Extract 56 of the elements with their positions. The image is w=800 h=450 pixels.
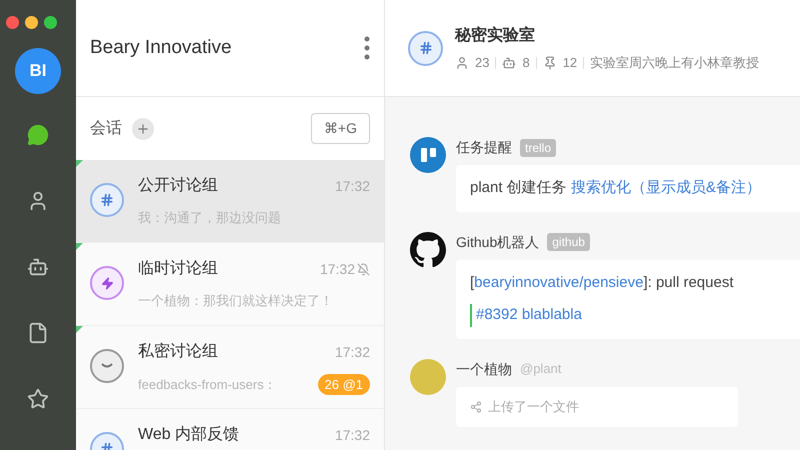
- cat-logo-icon: [410, 232, 446, 268]
- pin-count: 12: [562, 54, 578, 72]
- team-avatar[interactable]: BI: [15, 48, 61, 94]
- conversation-time: 17:32: [334, 342, 370, 362]
- member-icon: [455, 56, 469, 70]
- sender-name: Github机器人: [456, 232, 540, 252]
- board-icon: [410, 137, 446, 173]
- file-text: 上传了一个文件: [488, 398, 579, 416]
- sender-name: 任务提醒: [456, 138, 512, 157]
- lightning-icon: [90, 266, 124, 300]
- conversation-item[interactable]: 私密讨论组 17:32 feedbacks-from-users： 26 @1: [76, 326, 384, 409]
- conversation-name: Web 内部反馈: [138, 424, 240, 445]
- sessions-label: 会话: [90, 118, 122, 138]
- bot-tag: trello: [520, 138, 556, 156]
- smile-icon: [90, 349, 124, 383]
- message-preview: 一个植物：那我们就这样决定了！: [138, 292, 333, 310]
- bot-count: 8: [522, 54, 530, 72]
- conversation-time: 17:32: [334, 426, 370, 444]
- conversation-name: 私密讨论组: [138, 342, 218, 362]
- conversation-name: 临时讨论组: [138, 258, 218, 279]
- bot-icon: [502, 56, 516, 70]
- plus-icon: [136, 122, 150, 136]
- unread-count-badge: 26 @1: [318, 374, 370, 395]
- channel-icon: [408, 30, 443, 66]
- message-link[interactable]: bearyinnovative/pensieve: [474, 272, 644, 294]
- star-icon[interactable]: [27, 388, 49, 410]
- message-preview: feedbacks-from-users：: [138, 376, 277, 394]
- message-text: plant 创建任务: [470, 178, 568, 198]
- sender-name: 一个植物: [456, 360, 512, 378]
- channel-name: 秘密实验室: [455, 25, 536, 46]
- conversation-item[interactable]: 临时讨论组 17:32 一个植物：那我们就这样决定了！: [76, 243, 384, 326]
- chat-icon[interactable]: [27, 124, 49, 146]
- user-handle: @plant: [520, 360, 562, 378]
- bot-tag: github: [547, 233, 590, 251]
- share-icon: [470, 400, 482, 412]
- channel-topic: 实验室周六晚上有小林章教授: [590, 54, 760, 72]
- file-icon[interactable]: [27, 322, 49, 344]
- add-button[interactable]: [132, 118, 154, 140]
- shortcut-button[interactable]: ⌘+G: [310, 113, 370, 144]
- message-link[interactable]: #8392 blablabla: [470, 304, 582, 326]
- minimize-window-icon[interactable]: [25, 16, 38, 29]
- message-text: ]: pull request: [643, 272, 734, 292]
- team-name: Beary Innovative: [90, 36, 232, 60]
- maximize-window-icon[interactable]: [44, 16, 57, 29]
- bot-icon[interactable]: [27, 256, 49, 278]
- conversation-time: 17:32: [320, 260, 355, 278]
- member-count: 23: [475, 54, 490, 72]
- message-text: [: [470, 272, 474, 292]
- conversation-time: 17:32: [334, 176, 370, 196]
- more-menu-icon[interactable]: [364, 36, 370, 60]
- pin-icon: [542, 56, 557, 70]
- channel-icon: [90, 183, 124, 217]
- photo-placeholder: [410, 358, 446, 394]
- close-window-icon[interactable]: [6, 16, 19, 29]
- conversation-name: 公开讨论组: [138, 176, 218, 196]
- message-link[interactable]: 搜索优化（显示成员&备注）: [570, 177, 761, 200]
